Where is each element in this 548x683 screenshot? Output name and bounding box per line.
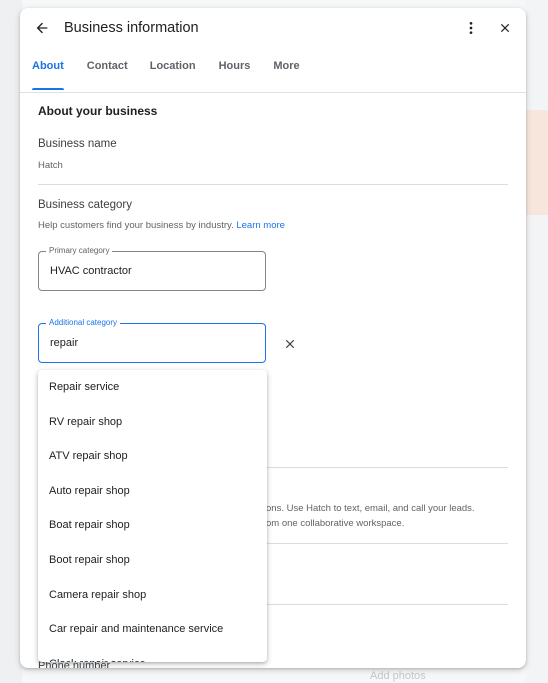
dropdown-option[interactable]: Boat repair shop: [38, 508, 267, 543]
dropdown-option[interactable]: Auto repair shop: [38, 474, 267, 509]
dialog-title: Business information: [64, 20, 199, 36]
tab-divider: [20, 92, 526, 93]
primary-category-field[interactable]: Primary category HVAC contractor: [38, 246, 266, 291]
description-text-line-1: ons. Use Hatch to text, email, and call …: [266, 503, 475, 514]
tab-bar: About Contact Location Hours More: [20, 56, 300, 92]
category-help-text: Help customers find your business by ind…: [38, 220, 285, 231]
additional-category-legend: Additional category: [46, 318, 121, 327]
close-icon: [285, 339, 295, 349]
dropdown-option[interactable]: Car repair and maintenance service: [38, 612, 267, 647]
dropdown-option[interactable]: ATV repair shop: [38, 439, 267, 474]
tab-location[interactable]: Location: [150, 56, 196, 90]
close-button[interactable]: [491, 14, 519, 42]
tab-more[interactable]: More: [273, 56, 299, 90]
business-information-dialog: Business information About Contact Locat…: [20, 8, 526, 668]
section-heading: About your business: [38, 104, 158, 118]
tab-hours[interactable]: Hours: [219, 56, 251, 90]
category-help-message: Help customers find your business by ind…: [38, 220, 234, 231]
divider: [266, 604, 508, 605]
dropdown-option[interactable]: Repair service: [38, 370, 267, 405]
dropdown-option[interactable]: Clock repair service: [38, 647, 267, 662]
background-banner: [526, 110, 548, 215]
more-options-button[interactable]: [457, 14, 485, 42]
dropdown-option[interactable]: RV repair shop: [38, 405, 267, 440]
back-button[interactable]: [28, 14, 56, 42]
background-left-strip: [0, 0, 22, 683]
description-text-line-2: om one collaborative workspace.: [266, 518, 405, 529]
business-name-label: Business name: [38, 138, 117, 150]
close-icon: [500, 23, 510, 33]
business-category-label: Business category: [38, 199, 132, 211]
learn-more-link[interactable]: Learn more: [236, 220, 285, 231]
arrow-back-icon: [36, 22, 48, 34]
background-add-photos: Add photos: [370, 670, 426, 682]
tab-about[interactable]: About: [32, 56, 64, 90]
dropdown-option[interactable]: Boot repair shop: [38, 543, 267, 578]
divider: [266, 467, 508, 468]
additional-category-field[interactable]: Additional category repair: [38, 318, 266, 363]
tab-contact[interactable]: Contact: [87, 56, 128, 90]
primary-category-legend: Primary category: [46, 246, 113, 255]
divider: [266, 543, 508, 544]
additional-category-value: repair: [50, 337, 79, 349]
dropdown-option[interactable]: Camera repair shop: [38, 578, 267, 613]
business-name-value[interactable]: Hatch: [38, 160, 63, 171]
category-suggestions-dropdown: Repair service RV repair shop ATV repair…: [38, 370, 267, 662]
divider: [38, 184, 508, 185]
more-vert-icon: [469, 22, 473, 34]
background-right-strip: [526, 0, 548, 683]
remove-category-button[interactable]: [280, 334, 300, 354]
primary-category-value: HVAC contractor: [50, 265, 132, 277]
